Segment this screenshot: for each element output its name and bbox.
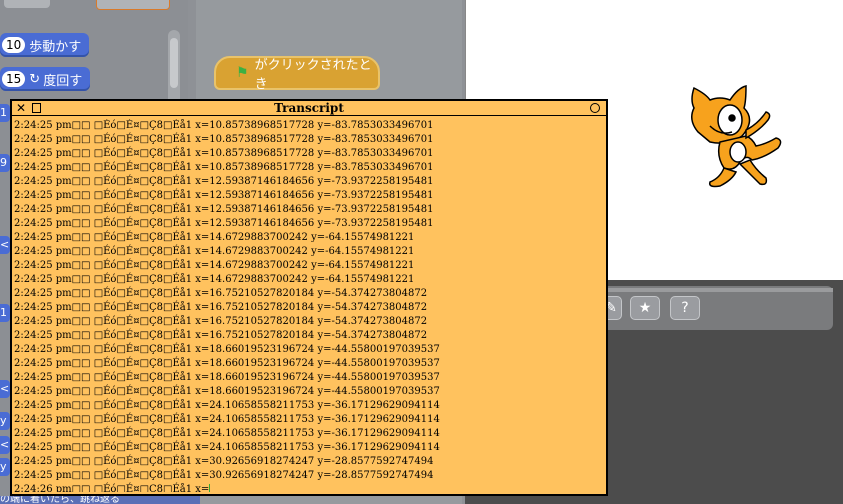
transcript-line: 2:24:25 pm□□ □Éó□É¤□Ç8□Éå1 x=12.59387146…	[14, 190, 434, 201]
palette-block[interactable]: <	[0, 436, 10, 454]
transcript-line: 2:24:25 pm□□ □Éó□É¤□Ç8□Éå1 x=30.92656918…	[14, 456, 434, 467]
hat-block-label: がクリックされたとき	[254, 58, 372, 92]
transcript-line: 2:24:25 pm□□ □Éó□É¤□Ç8□Éå1 x=10.85738968…	[14, 134, 434, 145]
transcript-line: 2:24:25 pm□□ □Éó□É¤□Ç8□Éå1 x=10.85738968…	[14, 162, 434, 173]
transcript-line: 2:24:25 pm□□ □Éó□É¤□Ç8□Éå1 x=16.75210527…	[14, 330, 428, 341]
rotate-cw-icon: ↻	[29, 71, 41, 87]
shape-star-icon[interactable]: ★	[630, 296, 660, 320]
category-button[interactable]	[4, 0, 50, 8]
collapse-icon[interactable]	[590, 103, 600, 113]
text-cursor	[209, 484, 211, 492]
transcript-line: 2:24:25 pm□□ □Éó□É¤□Ç8□Éå1 x=14.67298837…	[14, 246, 415, 257]
palette-block[interactable]: y	[0, 412, 10, 430]
transcript-line: 2:24:25 pm□□ □Éó□É¤□Ç8□Éå1 x=16.75210527…	[14, 302, 428, 313]
transcript-line: 2:24:25 pm□□ □Éó□É¤□Ç8□Éå1 x=18.66019523…	[14, 372, 440, 383]
when-flag-clicked-block[interactable]: ⚑ がクリックされたとき	[214, 56, 380, 92]
cat-sprite[interactable]	[680, 80, 790, 190]
help-star-icon[interactable]: ?	[670, 296, 700, 320]
transcript-titlebar[interactable]: ✕ Transcript	[12, 101, 606, 116]
transcript-line: 2:24:25 pm□□ □Éó□É¤□Ç8□Éå1 x=18.66019523…	[14, 386, 440, 397]
transcript-window[interactable]: ✕ Transcript 2:24:25 pm□□ □Éó□É¤□Ç8□Éå1 …	[10, 99, 608, 496]
green-flag-icon: ⚑	[236, 65, 249, 81]
block-label: 歩動かす	[29, 39, 82, 55]
palette-scrollbar-thumb[interactable]	[170, 38, 178, 88]
palette-block[interactable]: 1	[0, 304, 10, 322]
block-label: y	[0, 460, 7, 473]
palette-block[interactable]: <	[0, 236, 10, 254]
degrees-number[interactable]: 15	[2, 71, 26, 87]
transcript-line: 2:24:25 pm□□ □Éó□É¤□Ç8□Éå1 x=24.10658558…	[14, 414, 440, 425]
transcript-line: 2:24:25 pm□□ □Éó□É¤□Ç8□Éå1 x=12.59387146…	[14, 218, 434, 229]
block-caption: の端に着いたら、跳ね返る	[0, 496, 200, 504]
transcript-line: 2:24:25 pm□□ □Éó□É¤□Ç8□Éå1 x=16.75210527…	[14, 288, 428, 299]
transcript-line: 2:24:25 pm□□ □Éó□É¤□Ç8□Éå1 x=12.59387146…	[14, 176, 434, 187]
transcript-line-text: 2:24:26 pm□□ □Éó□É¤□Ç8□Éå1 x=	[14, 484, 210, 492]
category-button[interactable]	[96, 0, 170, 10]
block-label: 1	[0, 106, 7, 119]
block-label: 9	[0, 156, 7, 169]
palette-block[interactable]: 1	[0, 104, 10, 122]
transcript-line: 2:24:25 pm□□ □Éó□É¤□Ç8□Éå1 x=24.10658558…	[14, 428, 440, 439]
transcript-input-line[interactable]: 2:24:26 pm□□ □Éó□É¤□Ç8□Éå1 x=	[14, 483, 600, 492]
transcript-line: 2:24:25 pm□□ □Éó□É¤□Ç8□Éå1 x=30.92656918…	[14, 470, 434, 481]
transcript-line: 2:24:25 pm□□ □Éó□É¤□Ç8□Éå1 x=16.75210527…	[14, 316, 428, 327]
transcript-line: 2:24:25 pm□□ □Éó□É¤□Ç8□Éå1 x=14.67298837…	[14, 260, 415, 271]
move-steps-block[interactable]: 10 歩動かす	[0, 33, 90, 57]
palette-block[interactable]: <	[0, 380, 10, 398]
transcript-line: 2:24:25 pm□□ □Éó□É¤□Ç8□Éå1 x=10.85738968…	[14, 120, 434, 131]
palette-block[interactable]: y	[0, 458, 10, 476]
sprite-toolbar-edge	[600, 288, 833, 292]
block-label: 1	[0, 306, 7, 319]
palette-block[interactable]: 9	[0, 154, 10, 172]
transcript-line: 2:24:25 pm□□ □Éó□É¤□Ç8□Éå1 x=14.67298837…	[14, 274, 415, 285]
block-label: <	[0, 382, 10, 395]
transcript-line: 2:24:25 pm□□ □Éó□É¤□Ç8□Éå1 x=14.67298837…	[14, 232, 415, 243]
block-label: <	[0, 438, 10, 451]
transcript-line: 2:24:25 pm□□ □Éó□É¤□Ç8□Éå1 x=10.85738968…	[14, 148, 434, 159]
transcript-line: 2:24:25 pm□□ □Éó□É¤□Ç8□Éå1 x=18.66019523…	[14, 344, 440, 355]
block-label: 度回す	[43, 73, 83, 89]
transcript-text[interactable]: 2:24:25 pm□□ □Éó□É¤□Ç8□Éå1 x=10.85738968…	[14, 119, 600, 492]
transcript-line: 2:24:25 pm□□ □Éó□É¤□Ç8□Éå1 x=12.59387146…	[14, 204, 434, 215]
transcript-line: 2:24:25 pm□□ □Éó□É¤□Ç8□Éå1 x=24.10658558…	[14, 442, 440, 453]
turn-degrees-block[interactable]: 15 ↻ 度回す	[0, 67, 91, 91]
transcript-line: 2:24:25 pm□□ □Éó□É¤□Ç8□Éå1 x=18.66019523…	[14, 358, 440, 369]
block-label: <	[0, 238, 10, 251]
block-label: y	[0, 414, 7, 427]
steps-number[interactable]: 10	[2, 37, 26, 53]
transcript-line: 2:24:25 pm□□ □Éó□É¤□Ç8□Éå1 x=24.10658558…	[14, 400, 440, 411]
window-title: Transcript	[274, 101, 344, 115]
